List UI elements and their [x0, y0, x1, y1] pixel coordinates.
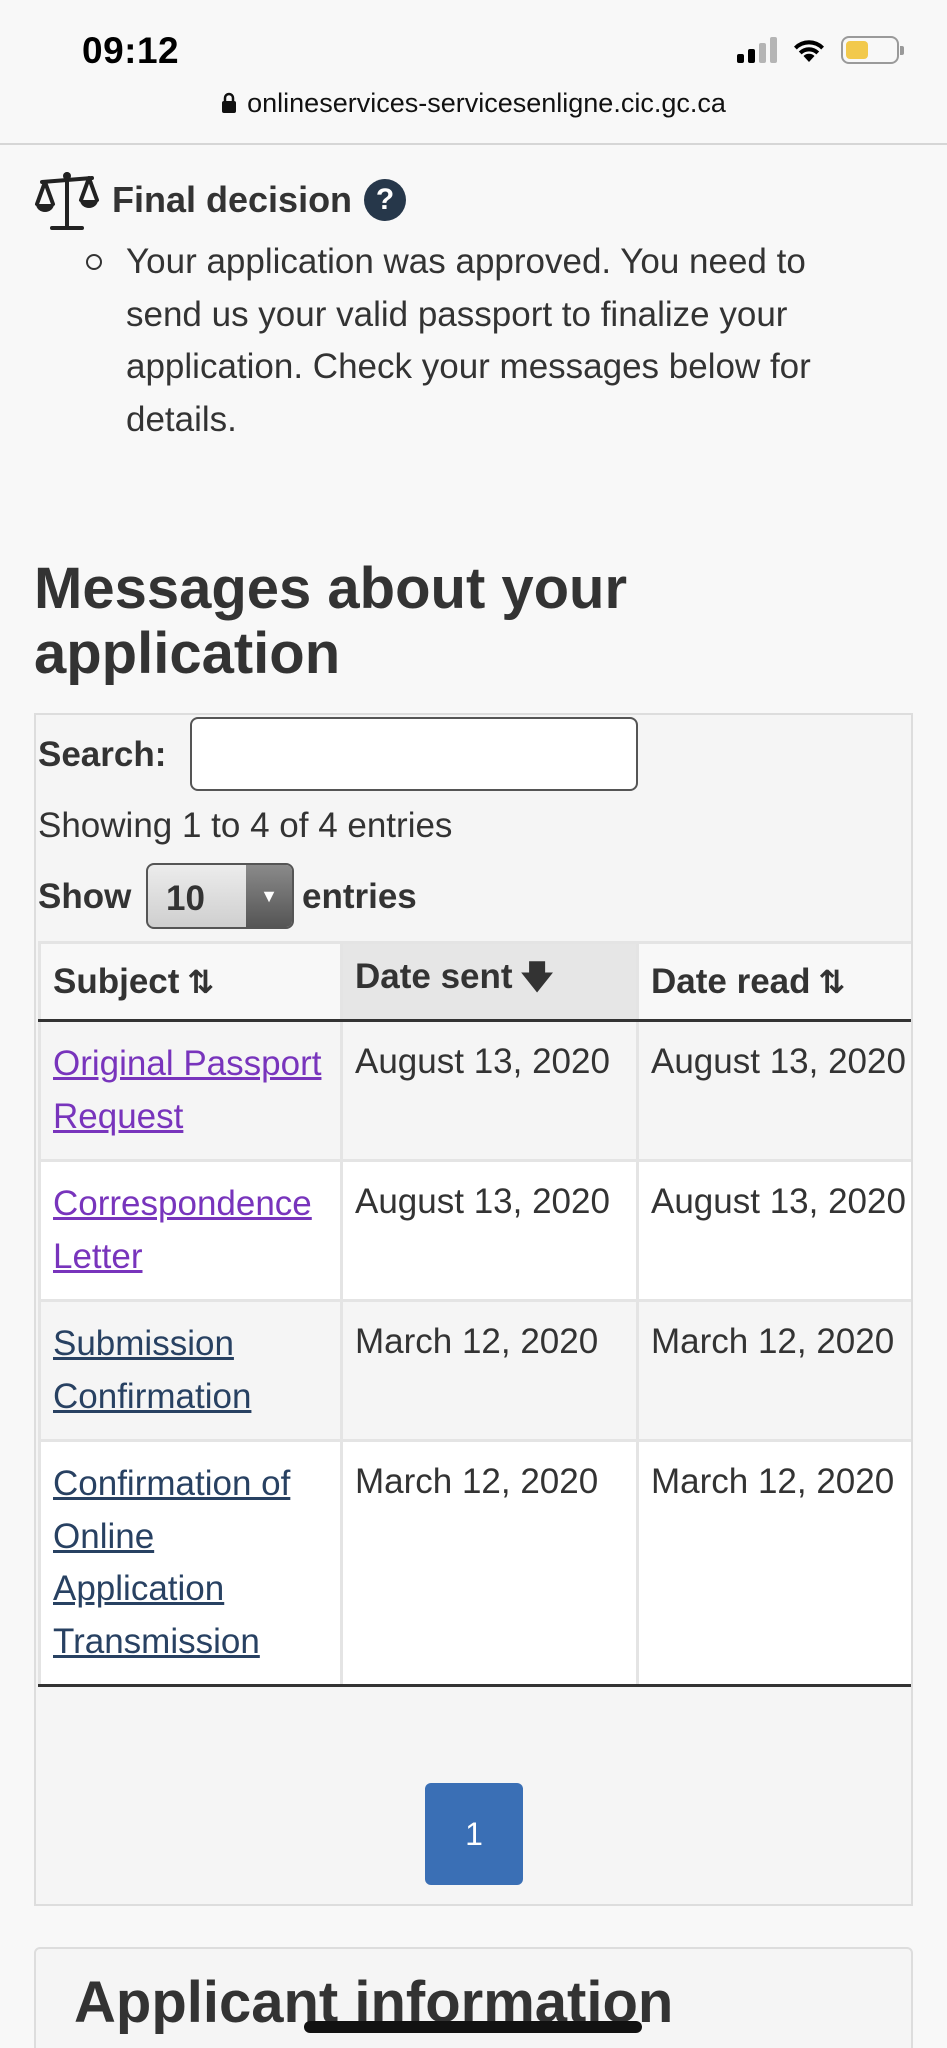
entries-length-select[interactable]: 10 ▼	[146, 863, 294, 929]
help-icon[interactable]: ?	[364, 179, 407, 221]
date-read-cell: August 13, 2020	[636, 1159, 911, 1302]
search-input[interactable]	[190, 717, 638, 791]
chevron-down-icon: ▼	[246, 865, 292, 927]
subject-cell: Original Passport Request	[38, 1019, 343, 1162]
entries-label: entries	[302, 877, 417, 916]
search-label: Search:	[38, 735, 167, 774]
table-row: Submission Confirmation March 12, 2020 M…	[38, 1299, 911, 1442]
subject-cell: Correspondence Letter	[38, 1159, 343, 1302]
message-link-original-passport-request[interactable]: Original Passport Request	[53, 1044, 321, 1136]
messages-table-scroll[interactable]: Subject ⇅ Date sent 🡇 Date read ⇅ Original …	[38, 941, 911, 1729]
decision-message: Your application was approved. You need …	[126, 242, 811, 439]
date-read-cell: March 12, 2020	[636, 1299, 911, 1442]
messages-heading: Messages about your application	[34, 556, 628, 686]
entries-length-value: 10	[166, 879, 205, 918]
subject-cell: Confirmation of Online Application Trans…	[38, 1439, 343, 1687]
date-read-cell: March 12, 2020	[636, 1439, 911, 1687]
message-link-confirmation-of-online-application-transmission[interactable]: Confirmation of Online Application Trans…	[53, 1464, 290, 1661]
sort-both-icon: ⇅	[187, 963, 215, 1000]
show-label: Show	[38, 877, 132, 916]
table-header-row: Subject ⇅ Date sent 🡇 Date read ⇅	[38, 941, 911, 1022]
url-text: onlineservices-servicesenligne.cic.gc.ca	[247, 88, 726, 118]
pagination-page-button[interactable]: 1	[425, 1783, 523, 1885]
column-header-date-sent[interactable]: Date sent 🡇	[340, 941, 639, 1022]
column-header-date-read[interactable]: Date read ⇅	[636, 941, 911, 1022]
date-read-cell: August 13, 2020	[636, 1019, 911, 1162]
table-row: Original Passport Request August 13, 202…	[38, 1019, 911, 1162]
table-info: Showing 1 to 4 of 4 entries	[38, 806, 453, 845]
status-icons	[737, 36, 904, 64]
home-indicator[interactable]	[304, 2021, 642, 2033]
wifi-icon	[794, 40, 824, 62]
address-bar[interactable]: onlineservices-servicesenligne.cic.gc.ca	[0, 88, 947, 119]
subject-cell: Submission Confirmation	[38, 1299, 343, 1442]
final-decision-header: Final decision ?	[34, 168, 407, 232]
battery-icon	[841, 36, 904, 64]
messages-table: Subject ⇅ Date sent 🡇 Date read ⇅ Original …	[38, 941, 911, 1687]
date-sent-cell: March 12, 2020	[340, 1439, 639, 1687]
date-sent-cell: August 13, 2020	[340, 1159, 639, 1302]
scales-of-justice-icon	[35, 172, 99, 230]
date-sent-cell: March 12, 2020	[340, 1299, 639, 1442]
final-decision-title: Final decision	[112, 179, 353, 220]
list-bullet	[86, 254, 102, 270]
sort-both-icon: ⇅	[818, 963, 846, 1000]
cellular-signal-icon	[737, 37, 777, 63]
column-header-subject[interactable]: Subject ⇅	[38, 941, 343, 1022]
sort-descending-icon: 🡇	[520, 958, 554, 995]
message-link-submission-confirmation[interactable]: Submission Confirmation	[53, 1324, 251, 1416]
date-sent-cell: August 13, 2020	[340, 1019, 639, 1162]
lock-icon	[222, 92, 237, 113]
message-link-correspondence-letter[interactable]: Correspondence Letter	[53, 1184, 312, 1276]
table-row: Confirmation of Online Application Trans…	[38, 1439, 911, 1687]
table-row: Correspondence Letter August 13, 2020 Au…	[38, 1159, 911, 1302]
status-bar: 09:12 onlineservices-servicesenligne.cic…	[0, 0, 947, 145]
messages-table-container: Search: Showing 1 to 4 of 4 entries Show…	[34, 713, 913, 1906]
clock-time: 09:12	[82, 30, 180, 71]
